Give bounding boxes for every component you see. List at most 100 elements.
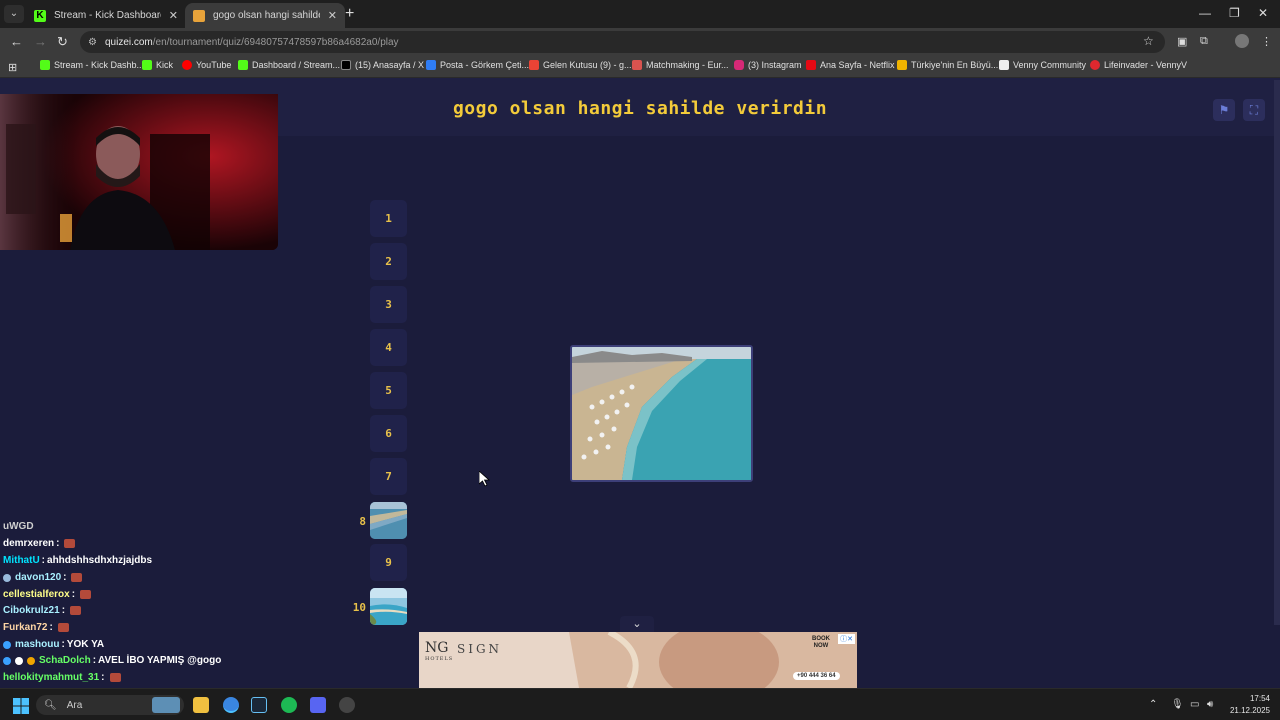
slot-number-label: 8 [359,515,366,528]
new-tab-button[interactable]: + [345,5,354,23]
bracket-slot-filled[interactable] [370,502,407,539]
chat-cutoff: uWGD [3,521,34,532]
bookmark-item[interactable]: Lifeinvader - VennyV [1090,60,1187,70]
reload-icon[interactable]: ↻ [57,34,68,50]
volume-icon[interactable]: 🔊︎ [1207,699,1213,710]
badge-icon [27,656,35,665]
bracket-slot[interactable]: 4 [370,329,407,366]
tab-kick-dashboard[interactable]: K Stream - Kick Dashboard ✕ [26,3,186,28]
gmail-icon [529,60,539,70]
mail-icon [426,60,436,70]
kick-icon [142,60,152,70]
more-menu-icon[interactable]: ⋮ [1261,35,1272,48]
restore-icon[interactable]: ❐ [1229,6,1240,20]
bookmark-item[interactable]: Stream - Kick Dashb... [40,60,144,70]
bookmark-item[interactable]: (15) Anasayfa / X [341,60,424,70]
quiz-choice-image[interactable] [570,345,753,482]
beach-thumbnail [370,502,407,539]
profile-avatar[interactable] [1235,34,1249,48]
close-tab-icon[interactable]: ✕ [169,9,178,22]
ad-image [419,632,857,688]
search-icon: 🔍︎ [44,699,57,711]
system-clock[interactable]: 17:54 21.12.2025 [1226,693,1270,717]
obs-icon[interactable] [339,697,355,713]
tray-chevron-icon[interactable]: ⌃ [1149,699,1157,710]
tab-title: gogo olsan hangi sahilde verirdin [213,10,320,21]
webcam-overlay [0,94,278,250]
ad-collapse-button[interactable]: ⌄ [620,616,654,632]
fullscreen-icon[interactable]: ⛶ [1243,99,1265,121]
site-info-icon[interactable]: ⚙ [88,37,97,48]
slot-number-label: 10 [352,601,366,614]
quiz-page: gogo olsan hangi sahilde verirdin ⚑ ⛶ 1 … [0,78,1280,699]
webcam-feed [0,94,278,250]
bracket-slot[interactable]: 5 [370,372,407,409]
badge-icon [3,640,11,649]
url-text: quizei.com/en/tournament/quiz/6948075747… [104,36,399,48]
emote-icon [109,673,121,682]
extensions-puzzle-icon[interactable]: ⧉ [1200,35,1208,48]
address-bar[interactable]: ⚙ quizei.com/en/tournament/quiz/69480757… [80,31,1165,53]
tab-quiz[interactable]: gogo olsan hangi sahilde verirdin ✕ [185,3,345,28]
page-scrollbar[interactable] [1274,80,1280,625]
ad-name: SIGN [457,642,503,656]
close-window-icon[interactable]: ✕ [1258,6,1268,20]
toolbar: ← → ↻ ⚙ quizei.com/en/tournament/quiz/69… [0,28,1280,56]
forward-icon[interactable]: → [34,34,47,49]
tab-title: Stream - Kick Dashboard [54,10,161,21]
back-icon[interactable]: ← [10,34,23,49]
spotify-icon[interactable] [281,697,297,713]
bookmark-item[interactable]: Venny Community [999,60,1086,70]
steam-icon[interactable] [251,697,267,713]
emote-icon [64,539,76,548]
tab-strip: ⌄ K Stream - Kick Dashboard ✕ gogo olsan… [0,0,1280,28]
taskbar: 🔍︎ Ara ⌃ 🎙︎ ▭ 🔊︎ 17:54 21.12.2025 [0,688,1280,720]
kick-icon [40,60,50,70]
bookmark-item[interactable]: Gelen Kutusu (9) - g... [529,60,632,70]
bracket-slot[interactable]: 6 [370,415,407,452]
chat-message: hellokitymahmut_31: [3,672,121,683]
ad-phone: +90 444 36 64 [793,672,840,680]
close-tab-icon[interactable]: ✕ [328,9,337,22]
report-flag-icon[interactable]: ⚑ [1213,99,1235,121]
bookmark-item[interactable]: Kick [142,60,173,70]
bookmark-item[interactable]: Posta - Görkem Çeti... [426,60,529,70]
venny-icon [999,60,1009,70]
bracket-slot[interactable]: 2 [370,243,407,280]
chat-message: davon120: [3,572,83,583]
tab-search-button[interactable]: ⌄ [4,5,24,23]
chat-message: Furkan72: [3,622,69,633]
bracket-slot[interactable]: 1 [370,200,407,237]
bookmark-item[interactable]: Türkiye'nin En Büyü... [897,60,998,70]
ad-banner[interactable]: NG HOTELS SIGN BOOK NOW +90 444 36 64 ⓘ✕ [419,632,857,688]
bookmark-item[interactable]: (3) Instagram [734,60,802,70]
minimize-icon[interactable]: — [1199,6,1211,20]
bracket-slot-filled[interactable] [370,588,407,625]
bookmark-item[interactable]: Matchmaking - Eur... [632,60,729,70]
windows-start-icon[interactable] [13,698,29,714]
bookmark-item[interactable]: YouTube [182,60,231,70]
chat-message: mashouu: YOK YA [3,639,104,650]
chat-message: MithatU: ahhdshhsdhxhzjajdbs [3,555,153,566]
bookmark-star-icon[interactable]: ☆ [1143,34,1154,48]
bracket-slot[interactable]: 3 [370,286,407,323]
discord-icon[interactable] [310,697,326,713]
chat-message: SchaDolch: AVEL İBO YAPMIŞ @gogo [3,655,221,666]
ad-cta[interactable]: BOOK NOW [804,636,838,658]
bookmark-item[interactable]: Ana Sayfa - Netflix [806,60,895,70]
apps-grid-icon[interactable]: ⊞ [8,61,17,74]
search-highlight-icon[interactable] [152,697,180,713]
file-explorer-icon[interactable] [193,697,209,713]
extension-icon[interactable]: ▣ [1177,35,1187,48]
microphone-icon[interactable]: 🎙︎ [1171,699,1184,710]
netflix-icon [806,60,816,70]
ad-info-icon[interactable]: ⓘ✕ [838,634,855,644]
bracket-slot[interactable]: 9 [370,544,407,581]
kick-icon: K [34,9,46,22]
bracket-slot[interactable]: 7 [370,458,407,495]
network-icon[interactable]: ▭ [1190,699,1199,710]
emote-icon [70,606,82,615]
chrome-icon[interactable] [223,697,239,713]
badge-icon [3,573,11,582]
bookmark-item[interactable]: Dashboard / Stream... [238,60,340,70]
